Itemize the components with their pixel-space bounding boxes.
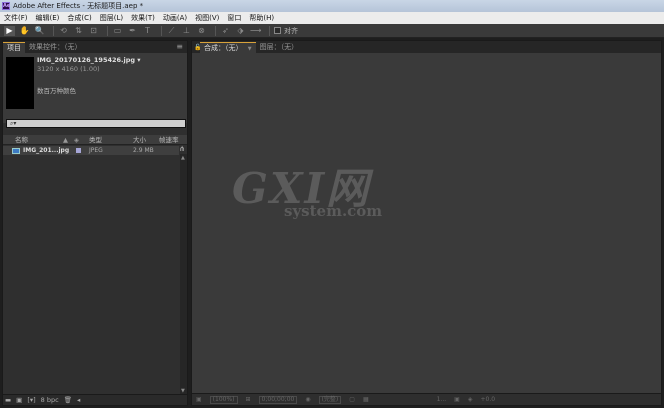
file-thumbnail: [6, 57, 34, 109]
snap-checkbox[interactable]: [274, 27, 281, 34]
row-name: IMG_201...jpg: [23, 147, 70, 154]
composition-panel: 🔓 合成：（无） ▼ 图层：（无） GXI网 system.com ▣ (100…: [191, 40, 662, 406]
file-color-info: 数百万种颜色: [37, 87, 76, 95]
scroll-up-icon[interactable]: ▲: [181, 155, 185, 161]
menu-help[interactable]: 帮助(H): [245, 13, 278, 23]
always-preview-icon[interactable]: ▣: [196, 396, 202, 403]
file-info: IMG_20170126_195426.jpg ▾ 3120 x 4160 (1…: [37, 56, 141, 95]
project-column-header: 名称 ▲ ◈ 类型 大小 帧速率: [3, 135, 187, 145]
sort-arrow-icon[interactable]: ▲: [63, 135, 68, 145]
title-bar: Ae Adobe After Effects - 无标题项目.aep *: [0, 0, 664, 12]
project-footer: ▬ ▣ [▾] 8 bpc 🗑 ◂: [3, 394, 187, 405]
toolbar-divider: [107, 25, 108, 36]
watermark-subtitle: system.com: [284, 202, 383, 220]
composition-viewer[interactable]: GXI网 system.com: [192, 53, 661, 393]
column-frame-rate[interactable]: 帧速率: [159, 135, 179, 145]
chevron-down-icon[interactable]: ▼: [248, 46, 252, 52]
menu-view[interactable]: 视图(V): [191, 13, 223, 23]
snapshot-icon[interactable]: ◉: [305, 396, 310, 403]
label-color-swatch[interactable]: [76, 148, 81, 153]
hand-tool-icon[interactable]: ✋: [19, 26, 30, 36]
new-composition-icon[interactable]: ▣: [16, 396, 22, 404]
rectangle-tool-icon[interactable]: ▭: [112, 26, 123, 36]
column-name[interactable]: 名称: [15, 135, 28, 145]
tab-composition[interactable]: 合成：（无） ▼: [200, 42, 256, 53]
toolbar-divider: [161, 25, 162, 36]
views-dropdown[interactable]: 1...: [437, 396, 447, 403]
project-panel: 项目 效果控件：（无） ≡ IMG_20170126_195426.jpg ▾ …: [2, 40, 188, 406]
menu-edit[interactable]: 编辑(E): [32, 13, 64, 23]
zoom-dropdown[interactable]: (100%): [209, 395, 238, 404]
snap-label: 对齐: [284, 26, 298, 35]
new-folder-icon[interactable]: ▬: [5, 396, 11, 404]
puppet-pin-tool-icon[interactable]: ⬗: [235, 26, 246, 36]
table-row[interactable]: IMG_201...jpg JPEG 2.9 MB: [3, 146, 179, 155]
flowchart-icon[interactable]: ⋔: [179, 145, 185, 153]
pen-tool-icon[interactable]: ✒: [127, 26, 138, 36]
puppet-arrow-tool-icon[interactable]: ⟶: [250, 26, 261, 36]
toolbar-divider: [215, 25, 216, 36]
viewer-footer: ▣ (100%) ⊞ 0;00;00;00 ◉ (完整) ▢ ▦ 1... ▣ …: [192, 393, 661, 405]
interpret-footage-button[interactable]: [▾]: [27, 396, 35, 404]
brush-tool-icon[interactable]: ⟋: [166, 26, 177, 36]
menu-file[interactable]: 文件(F): [0, 13, 32, 23]
file-preview: IMG_20170126_195426.jpg ▾ 3120 x 4160 (1…: [3, 53, 187, 123]
zoom-tool-icon[interactable]: 🔍: [34, 26, 45, 36]
file-name[interactable]: IMG_20170126_195426.jpg ▾: [37, 56, 141, 64]
pan-behind-tool-icon[interactable]: ⊡: [88, 26, 99, 36]
column-type[interactable]: 类型: [89, 135, 102, 145]
column-size[interactable]: 大小: [133, 135, 146, 145]
label-tag-icon[interactable]: ◈: [74, 135, 79, 145]
tab-project[interactable]: 项目: [3, 42, 25, 53]
eraser-tool-icon[interactable]: ⊗: [196, 26, 207, 36]
region-icon[interactable]: ▢: [349, 396, 355, 403]
panel-menu-icon[interactable]: ≡: [176, 42, 183, 51]
project-search-input[interactable]: ⌕▾: [6, 119, 186, 128]
roto-brush-tool-icon[interactable]: ➶: [220, 26, 231, 36]
timecode-display[interactable]: 0;00;00;00: [258, 395, 298, 404]
file-dimensions: 3120 x 4160 (1.00): [37, 65, 100, 73]
camera-tool-icon[interactable]: ⇅: [73, 26, 84, 36]
exposure-value[interactable]: +0.0: [480, 396, 495, 403]
tab-layer[interactable]: 图层：（无）: [256, 42, 303, 53]
trash-icon[interactable]: 🗑: [64, 396, 72, 404]
window-title: Adobe After Effects - 无标题项目.aep *: [13, 2, 144, 10]
row-type: JPEG: [89, 147, 103, 154]
row-size: 2.9 MB: [133, 147, 154, 154]
toolbar-divider: [53, 25, 54, 36]
menu-window[interactable]: 窗口: [223, 13, 245, 23]
after-effects-logo: Ae: [2, 2, 11, 10]
project-scrollbar[interactable]: ▲ ▼: [180, 154, 187, 395]
selection-tool-icon[interactable]: ▶: [4, 25, 15, 36]
menu-bar: 文件(F) 编辑(E) 合成(C) 图层(L) 效果(T) 动画(A) 视图(V…: [0, 12, 664, 24]
tab-effect-controls[interactable]: 效果控件：（无）: [25, 42, 86, 53]
channel-icon[interactable]: ◈: [468, 396, 473, 403]
tools-toolbar: ▶ ✋ 🔍 ⟲ ⇅ ⊡ ▭ ✒ T ⟋ ⊥ ⊗ ➶ ⬗ ⟶ 对齐: [0, 24, 664, 38]
menu-animation[interactable]: 动画(A): [159, 13, 191, 23]
grid-icon[interactable]: ⊞: [246, 396, 251, 403]
toggle-icon[interactable]: ▣: [454, 396, 460, 403]
image-file-icon: [12, 148, 20, 154]
transparency-icon[interactable]: ▦: [363, 396, 369, 403]
toolbar-divider: [269, 25, 270, 36]
watermark: GXI网 system.com: [232, 168, 383, 221]
lock-icon[interactable]: 🔓: [192, 42, 201, 53]
bit-depth-button[interactable]: 8 bpc: [41, 396, 59, 404]
menu-composition[interactable]: 合成(C): [63, 13, 95, 23]
menu-effect[interactable]: 效果(T): [127, 13, 159, 23]
clone-stamp-tool-icon[interactable]: ⊥: [181, 26, 192, 36]
project-panel-tabs: 项目 效果控件：（无） ≡: [3, 41, 187, 53]
resolution-dropdown[interactable]: (完整): [318, 395, 342, 404]
composition-panel-tabs: 🔓 合成：（无） ▼ 图层：（无）: [192, 41, 661, 53]
menu-layer[interactable]: 图层(L): [96, 13, 127, 23]
rotate-tool-icon[interactable]: ⟲: [58, 26, 69, 36]
type-tool-icon[interactable]: T: [142, 26, 153, 36]
scroll-left-icon[interactable]: ◂: [77, 396, 80, 404]
tab-composition-label: 合成：（无）: [204, 44, 243, 52]
